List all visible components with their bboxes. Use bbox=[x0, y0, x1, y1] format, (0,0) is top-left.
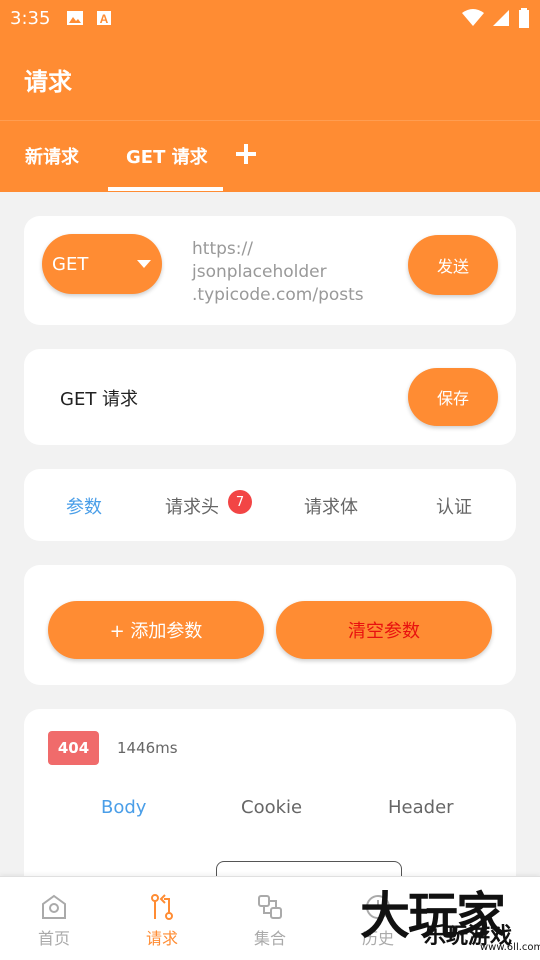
tab-get-request[interactable]: GET 请求 bbox=[126, 143, 208, 169]
app-bar: 请求 bbox=[0, 36, 540, 120]
battery-icon bbox=[519, 8, 529, 28]
nav-request[interactable]: 请求 bbox=[122, 893, 202, 949]
a-notification-icon: A bbox=[97, 11, 112, 26]
wifi-icon bbox=[462, 9, 484, 26]
nav-collection[interactable]: 集合 bbox=[230, 893, 310, 949]
request-sub-tabs: 参数 请求头 7 请求体 认证 bbox=[24, 469, 516, 541]
tab-response-header[interactable]: Header bbox=[388, 797, 454, 818]
tab-new-request[interactable]: 新请求 bbox=[25, 143, 79, 169]
headers-count-badge: 7 bbox=[228, 490, 252, 514]
add-tab-icon[interactable] bbox=[234, 142, 258, 166]
cellular-icon bbox=[493, 10, 509, 26]
active-tab-indicator bbox=[108, 187, 223, 191]
tab-body[interactable]: 请求体 bbox=[304, 493, 358, 519]
save-button[interactable]: 保存 bbox=[408, 368, 498, 426]
method-select[interactable]: GET bbox=[42, 234, 162, 294]
tab-headers[interactable]: 请求头 bbox=[165, 493, 219, 519]
tab-params[interactable]: 参数 bbox=[66, 493, 102, 519]
request-tabs: 新请求 GET 请求 bbox=[0, 120, 540, 192]
tab-auth[interactable]: 认证 bbox=[436, 493, 472, 519]
nav-collection-label: 集合 bbox=[253, 929, 286, 948]
status-bar: 3:35 A bbox=[0, 0, 540, 36]
nav-request-label: 请求 bbox=[145, 929, 178, 948]
url-input[interactable]: https:// jsonplaceholder .typicode.com/p… bbox=[192, 238, 382, 307]
request-card: GET https:// jsonplaceholder .typicode.c… bbox=[24, 216, 516, 325]
home-icon bbox=[42, 894, 66, 919]
request-name-field[interactable]: GET 请求 bbox=[60, 385, 138, 411]
request-name-card: GET 请求 保存 bbox=[24, 349, 516, 445]
tab-response-body[interactable]: Body bbox=[101, 797, 146, 818]
status-code-badge: 404 bbox=[48, 731, 99, 765]
tab-response-cookie[interactable]: Cookie bbox=[241, 797, 302, 818]
nav-home-label: 首页 bbox=[37, 929, 70, 948]
image-notification-icon bbox=[67, 11, 84, 25]
collection-icon bbox=[258, 895, 282, 919]
page-title: 请求 bbox=[24, 68, 72, 96]
send-button[interactable]: 发送 bbox=[408, 235, 498, 295]
params-card: + 添加参数 清空参数 bbox=[24, 565, 516, 685]
svg-text:A: A bbox=[100, 12, 109, 26]
watermark-url: www.6ll.com bbox=[480, 942, 540, 953]
status-time: 3:35 bbox=[10, 7, 51, 29]
clear-params-button[interactable]: 清空参数 bbox=[276, 601, 492, 659]
add-param-button[interactable]: + 添加参数 bbox=[48, 601, 264, 659]
response-time: 1446ms bbox=[117, 739, 178, 757]
nav-home[interactable]: 首页 bbox=[14, 893, 94, 949]
request-icon bbox=[151, 894, 173, 920]
dropdown-arrow-icon bbox=[137, 260, 151, 268]
method-value: GET bbox=[52, 253, 89, 275]
